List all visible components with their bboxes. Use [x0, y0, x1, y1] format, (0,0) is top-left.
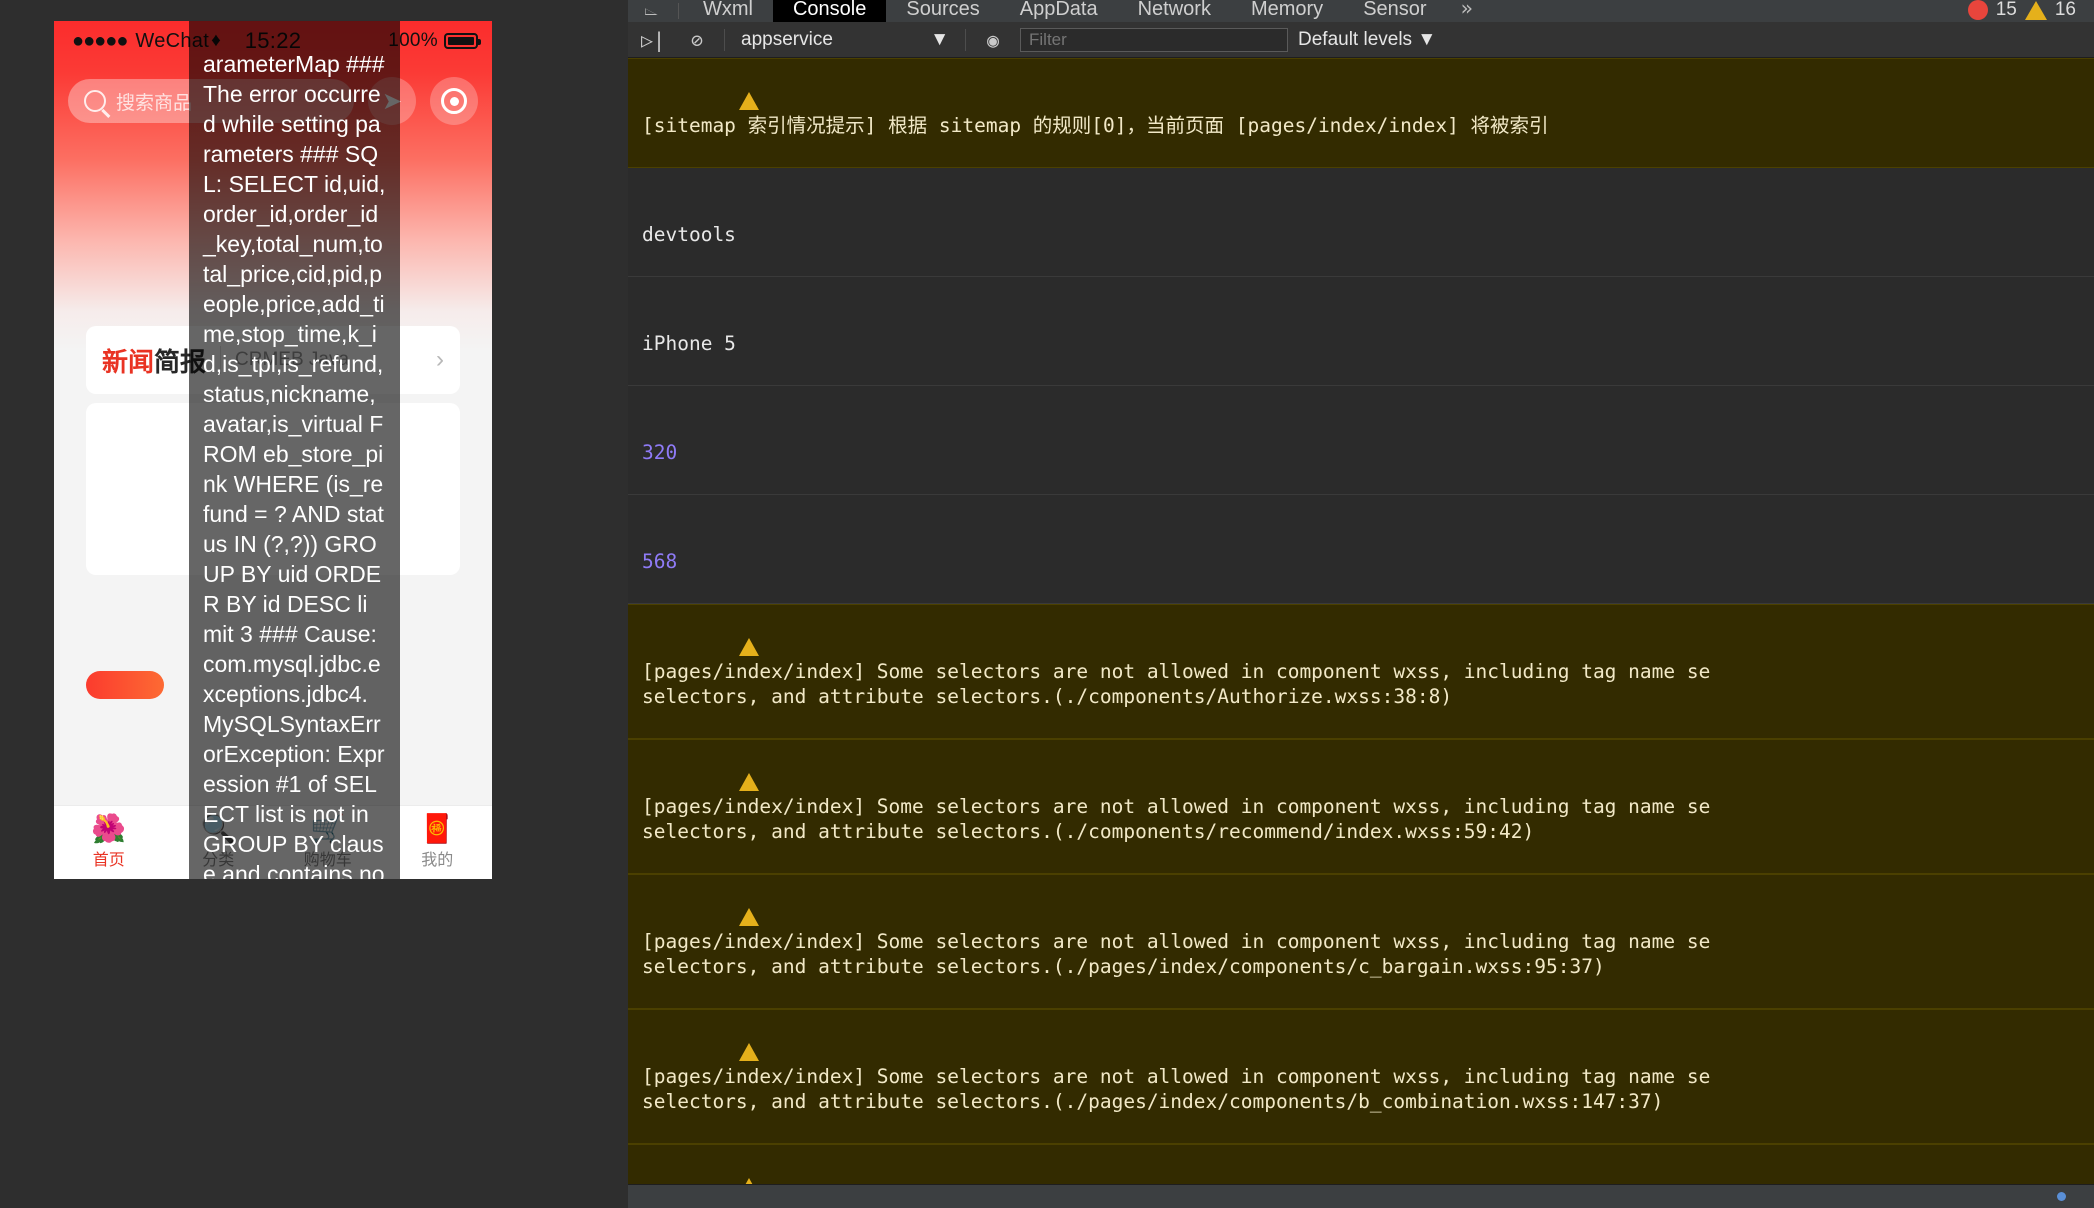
console-message: iPhone 5 — [642, 332, 736, 355]
chevron-down-icon: ▼ — [930, 28, 949, 50]
warning-icon — [736, 769, 762, 794]
devtools-pane: ⌳ Wxml Console Sources AppData Network M… — [628, 0, 2094, 1208]
console-message: [pages/index/index] Some selectors are n… — [642, 929, 2054, 979]
news-tag-hot: 新闻 — [102, 346, 155, 377]
console-message: [pages/index/index] Some selectors are n… — [642, 794, 2054, 844]
tab-home-label: 首页 — [92, 852, 125, 869]
issue-counters[interactable]: 15 16 — [1967, 0, 2076, 21]
toolbar-divider — [678, 3, 679, 19]
console-message-line1: [pages/index/index] Some selectors are n… — [642, 660, 1711, 683]
console-row-warning[interactable]: [pages/index/index] Some selectors are n… — [628, 604, 2094, 739]
warning-icon — [736, 1174, 762, 1184]
devtools-status-bar — [628, 1184, 2094, 1208]
console-message-line2: selectors, and attribute selectors.(./co… — [642, 685, 1453, 708]
console-log-list[interactable]: [sitemap 索引情况提示] 根据 sitemap 的规则[0]，当前页面 … — [628, 58, 2094, 1184]
tab-profile-label: 我的 — [421, 852, 454, 869]
error-count-icon — [1967, 0, 1988, 20]
tab-network[interactable]: Network — [1118, 0, 1231, 22]
console-row-warning[interactable]: [sitemap 索引情况提示] 根据 sitemap 的规则[0]，当前页面 … — [628, 58, 2094, 168]
signal-dots-icon: ●●●●● — [72, 29, 128, 52]
tab-sensor[interactable]: Sensor — [1343, 0, 1446, 22]
chevron-right-icon[interactable]: › — [436, 346, 444, 374]
simulator-pane: ●●●●● WeChat ♦ 15:22 100% 搜索商品 ➤ — [0, 0, 628, 1208]
console-message-line1: [pages/index/index] Some selectors are n… — [642, 795, 1711, 818]
console-message-line2: selectors, and attribute selectors.(./pa… — [642, 955, 1605, 978]
console-message: 568 — [642, 550, 678, 573]
warning-count-label: 16 — [2054, 0, 2076, 20]
console-row-log[interactable]: devtools — [628, 168, 2094, 277]
inspect-element-icon[interactable]: ⌳ — [628, 0, 674, 22]
filter-input[interactable] — [1020, 27, 1288, 52]
tab-memory[interactable]: Memory — [1231, 0, 1343, 22]
user-icon: 🧧 — [419, 813, 455, 844]
devtools-tabbar: ⌳ Wxml Console Sources AppData Network M… — [628, 0, 2094, 22]
more-tabs-button[interactable]: » — [1447, 0, 1487, 22]
warning-icon — [736, 88, 762, 113]
context-value: appservice — [741, 28, 833, 50]
console-message-line2: selectors, and attribute selectors.(./co… — [642, 820, 1535, 843]
console-row-log[interactable]: 568 — [628, 495, 2094, 604]
console-message: [pages/index/index] Some selectors are n… — [642, 1064, 2054, 1114]
tab-wxml[interactable]: Wxml — [683, 0, 773, 22]
console-message-line1: [pages/index/index] Some selectors are n… — [642, 930, 1711, 953]
battery-icon — [444, 33, 481, 49]
console-row-warning[interactable]: [pages/index/index] Some selectors are n… — [628, 1144, 2094, 1184]
tab-sources[interactable]: Sources — [886, 0, 999, 22]
log-levels-select[interactable]: Default levels ▼ — [1298, 29, 1436, 51]
warning-count-icon — [2024, 0, 2047, 20]
toolbar-divider — [724, 28, 725, 51]
warning-icon — [736, 1039, 762, 1064]
warning-icon — [736, 634, 762, 659]
scan-record-icon[interactable] — [430, 77, 478, 125]
console-row-warning[interactable]: [pages/index/index] Some selectors are n… — [628, 1009, 2094, 1144]
search-placeholder: 搜索商品 — [116, 92, 193, 114]
context-selector[interactable]: appservice ▼ — [735, 29, 955, 51]
tab-home[interactable]: 🌺 首页 — [54, 815, 164, 870]
toolbar-divider — [965, 28, 966, 51]
live-expression-icon[interactable]: ◉ — [976, 28, 1010, 52]
console-row-log[interactable]: iPhone 5 — [628, 277, 2094, 386]
console-message: [sitemap 索引情况提示] 根据 sitemap 的规则[0]，当前页面 … — [642, 114, 1549, 137]
clear-console-icon[interactable]: ⊘ — [680, 28, 714, 52]
promo-pill-button[interactable] — [86, 671, 164, 699]
console-message: devtools — [642, 223, 736, 246]
home-icon: 🌺 — [91, 813, 127, 844]
console-row-log[interactable]: 320 — [628, 386, 2094, 495]
app-root: ●●●●● WeChat ♦ 15:22 100% 搜索商品 ➤ — [0, 0, 2094, 1208]
tab-appdata[interactable]: AppData — [1000, 0, 1118, 22]
execute-icon[interactable]: ▷| — [636, 28, 670, 52]
warning-icon — [736, 904, 762, 929]
console-message: 320 — [642, 441, 678, 464]
search-icon — [84, 90, 106, 112]
phone-simulator: ●●●●● WeChat ♦ 15:22 100% 搜索商品 ➤ — [54, 21, 492, 879]
console-message-line1: [pages/index/index] Some selectors are n… — [642, 1065, 1711, 1088]
console-message: [pages/index/index] Some selectors are n… — [642, 659, 2054, 709]
error-count-label: 15 — [1995, 0, 2017, 20]
console-toolbar: ▷| ⊘ appservice ▼ ◉ Default levels ▼ — [628, 22, 2094, 58]
log-levels-label: Default levels — [1298, 28, 1413, 50]
console-message-line2: selectors, and attribute selectors.(./pa… — [642, 1090, 1664, 1113]
console-row-warning[interactable]: [pages/index/index] Some selectors are n… — [628, 874, 2094, 1009]
error-toast: arameterMap ### The error occurred while… — [189, 21, 400, 879]
status-right: 100% — [388, 30, 481, 52]
console-row-warning[interactable]: [pages/index/index] Some selectors are n… — [628, 739, 2094, 874]
tab-console[interactable]: Console — [772, 0, 887, 22]
status-dot-icon — [2057, 1192, 2066, 1201]
